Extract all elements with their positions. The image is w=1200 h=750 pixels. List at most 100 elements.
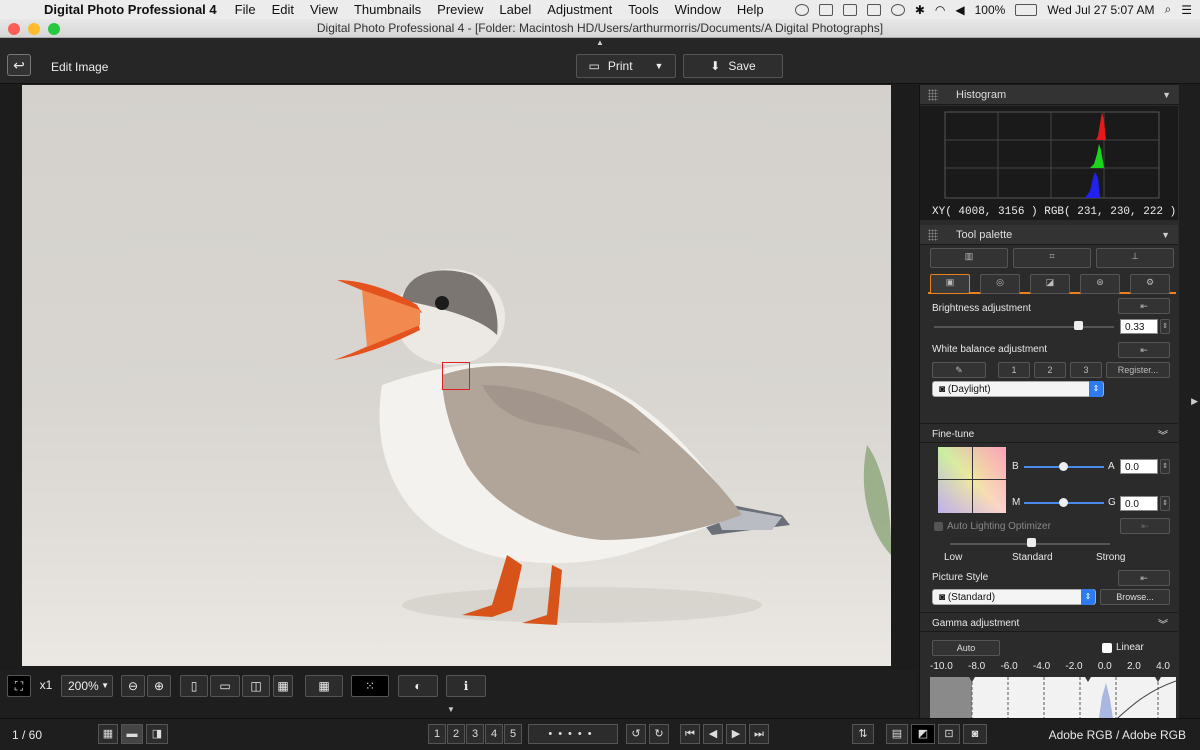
menu-adjustment[interactable]: Adjustment	[539, 2, 620, 17]
picture-style-select[interactable]: ◙ (Standard) ⇕	[932, 589, 1096, 605]
info-button[interactable]: ℹ	[446, 675, 486, 697]
tab-curve[interactable]: ◪	[1030, 274, 1070, 294]
filmstrip-vertical-button[interactable]: ◨	[146, 724, 168, 744]
menu-file[interactable]: File	[227, 2, 264, 17]
photo-preview[interactable]	[22, 85, 891, 666]
collapse-toolbar-icon[interactable]: ▲	[596, 38, 604, 47]
chevron-down-icon[interactable]: ▼	[655, 61, 664, 71]
chevron-down-icon[interactable]: ▼	[1162, 85, 1171, 105]
rating-3-button[interactable]: 3	[466, 724, 484, 744]
rating-1-button[interactable]: 1	[428, 724, 446, 744]
tab-color[interactable]: ⊛	[1080, 274, 1120, 294]
first-image-button[interactable]: ⏮	[680, 724, 700, 744]
browse-button[interactable]: Browse...	[1100, 589, 1170, 605]
zoom-in-button[interactable]: ⊕	[147, 675, 171, 697]
wb-preset-3[interactable]: 3	[1070, 362, 1102, 378]
filmstrip-horizontal-button[interactable]: ▬	[121, 724, 143, 744]
chevron-down-icon[interactable]: ▼	[1161, 225, 1170, 245]
double-chevron-icon[interactable]: ︾	[1158, 616, 1168, 631]
capture-button[interactable]: ⊡	[938, 724, 960, 744]
rating-5-button[interactable]: 5	[504, 724, 522, 744]
white-balance-click-marker[interactable]	[442, 362, 470, 390]
star-rating-dots[interactable]: •••••	[528, 724, 618, 744]
notification-center-icon[interactable]: ☰	[1181, 3, 1192, 17]
volume-icon[interactable]: ◀︎	[955, 3, 964, 17]
picture-style-reset-button[interactable]: ⇤	[1118, 570, 1170, 586]
grid-display-button[interactable]: ▦	[305, 675, 343, 697]
edit-image-window-button[interactable]: ◩	[911, 724, 935, 744]
brightness-stepper[interactable]: ⇕	[1160, 319, 1170, 334]
brightness-value-field[interactable]: 0.33	[1120, 319, 1158, 334]
basic-adjust-tool-button[interactable]: ▥	[930, 248, 1008, 268]
linear-checkbox[interactable]	[1102, 643, 1112, 653]
zoom-out-button[interactable]: ⊖	[121, 675, 145, 697]
color-grid[interactable]	[938, 447, 1006, 513]
app-menu[interactable]: Digital Photo Professional 4	[34, 2, 227, 17]
brightness-reset-button[interactable]: ⇤	[1118, 298, 1170, 314]
last-image-button[interactable]: ⏭	[749, 724, 769, 744]
rating-4-button[interactable]: 4	[485, 724, 503, 744]
stamp-tool-button[interactable]: ⊥	[1096, 248, 1174, 268]
image-canvas[interactable]	[0, 85, 918, 670]
compare-vertical-button[interactable]: ◫	[242, 675, 270, 697]
camera-button[interactable]: ◙	[963, 724, 987, 744]
white-balance-reset-button[interactable]: ⇤	[1118, 342, 1170, 358]
battery-icon[interactable]	[1015, 3, 1038, 16]
histogram-header[interactable]: Histogram ▼	[920, 85, 1179, 105]
before-after-button[interactable]: ▦	[273, 675, 293, 697]
alo-checkbox[interactable]	[934, 522, 943, 531]
wifi-icon[interactable]: ◠	[935, 3, 945, 17]
menu-window[interactable]: Window	[667, 2, 729, 17]
battery-percent[interactable]: 100%	[975, 3, 1006, 17]
wb-register-button[interactable]: Register...	[1106, 362, 1170, 378]
highlight-warning-button[interactable]: ◐	[398, 675, 438, 697]
save-button[interactable]: ⬇ Save	[683, 54, 783, 78]
menu-edit[interactable]: Edit	[264, 2, 302, 17]
actual-size-button[interactable]: x1	[33, 675, 59, 697]
compare-horizontal-button[interactable]: ▭	[210, 675, 240, 697]
g-stepper[interactable]: ⇕	[1160, 496, 1170, 511]
expand-panel-icon[interactable]: ▶	[1191, 396, 1198, 407]
a-value-field[interactable]: 0.0	[1120, 459, 1158, 474]
next-image-button[interactable]: ▶	[726, 724, 746, 744]
menu-view[interactable]: View	[302, 2, 346, 17]
eyedropper-button[interactable]: ✎	[932, 362, 986, 378]
grip-icon[interactable]	[928, 229, 938, 241]
alo-slider-thumb[interactable]	[1027, 538, 1036, 547]
back-button[interactable]: ↩	[7, 54, 31, 76]
brightness-slider-track[interactable]	[934, 326, 1114, 328]
wb-preset-2[interactable]: 2	[1034, 362, 1066, 378]
a-stepper[interactable]: ⇕	[1160, 459, 1170, 474]
gamma-header[interactable]: Gamma adjustment ︾	[920, 612, 1178, 632]
finetune-header[interactable]: Fine-tune ︾	[920, 423, 1178, 443]
menu-thumbnails[interactable]: Thumbnails	[346, 2, 429, 17]
close-icon[interactable]	[8, 23, 20, 35]
mg-slider-thumb[interactable]	[1059, 498, 1068, 507]
bluetooth-icon[interactable]: ✱	[915, 3, 925, 17]
previous-image-button[interactable]: ◀	[703, 724, 723, 744]
gamma-auto-button[interactable]: Auto	[932, 640, 1000, 656]
time-machine-icon[interactable]	[890, 3, 905, 16]
zoom-select[interactable]: 200% ▼	[61, 675, 113, 697]
print-button[interactable]: ▭ Print ▼	[576, 54, 676, 78]
fit-to-window-button[interactable]: ⛶	[7, 675, 31, 697]
g-value-field[interactable]: 0.0	[1120, 496, 1158, 511]
wb-preset-1[interactable]: 1	[998, 362, 1030, 378]
brightness-slider-thumb[interactable]	[1074, 321, 1083, 330]
menu-label[interactable]: Label	[491, 2, 539, 17]
rotate-right-button[interactable]: ↻	[649, 724, 669, 744]
tab-basic[interactable]: ▣	[930, 274, 970, 294]
thumbnail-grid-button[interactable]: ▦	[98, 724, 118, 744]
af-point-button[interactable]: ⁙	[351, 675, 389, 697]
collapse-thumbnails-icon[interactable]: ▼	[447, 705, 455, 714]
search-icon[interactable]: ⌕	[1165, 2, 1172, 17]
rotate-left-button[interactable]: ↺	[626, 724, 646, 744]
menu-preview[interactable]: Preview	[429, 2, 491, 17]
layout-1-button[interactable]: ▤	[886, 724, 908, 744]
menu-help[interactable]: Help	[729, 2, 772, 17]
creative-cloud-icon[interactable]	[794, 3, 809, 16]
clock[interactable]: Wed Jul 27 5:07 AM	[1047, 3, 1154, 17]
tab-settings[interactable]: ⚙	[1130, 274, 1170, 294]
crop-tool-button[interactable]: ⌗	[1013, 248, 1091, 268]
s-status-icon[interactable]	[866, 3, 881, 16]
